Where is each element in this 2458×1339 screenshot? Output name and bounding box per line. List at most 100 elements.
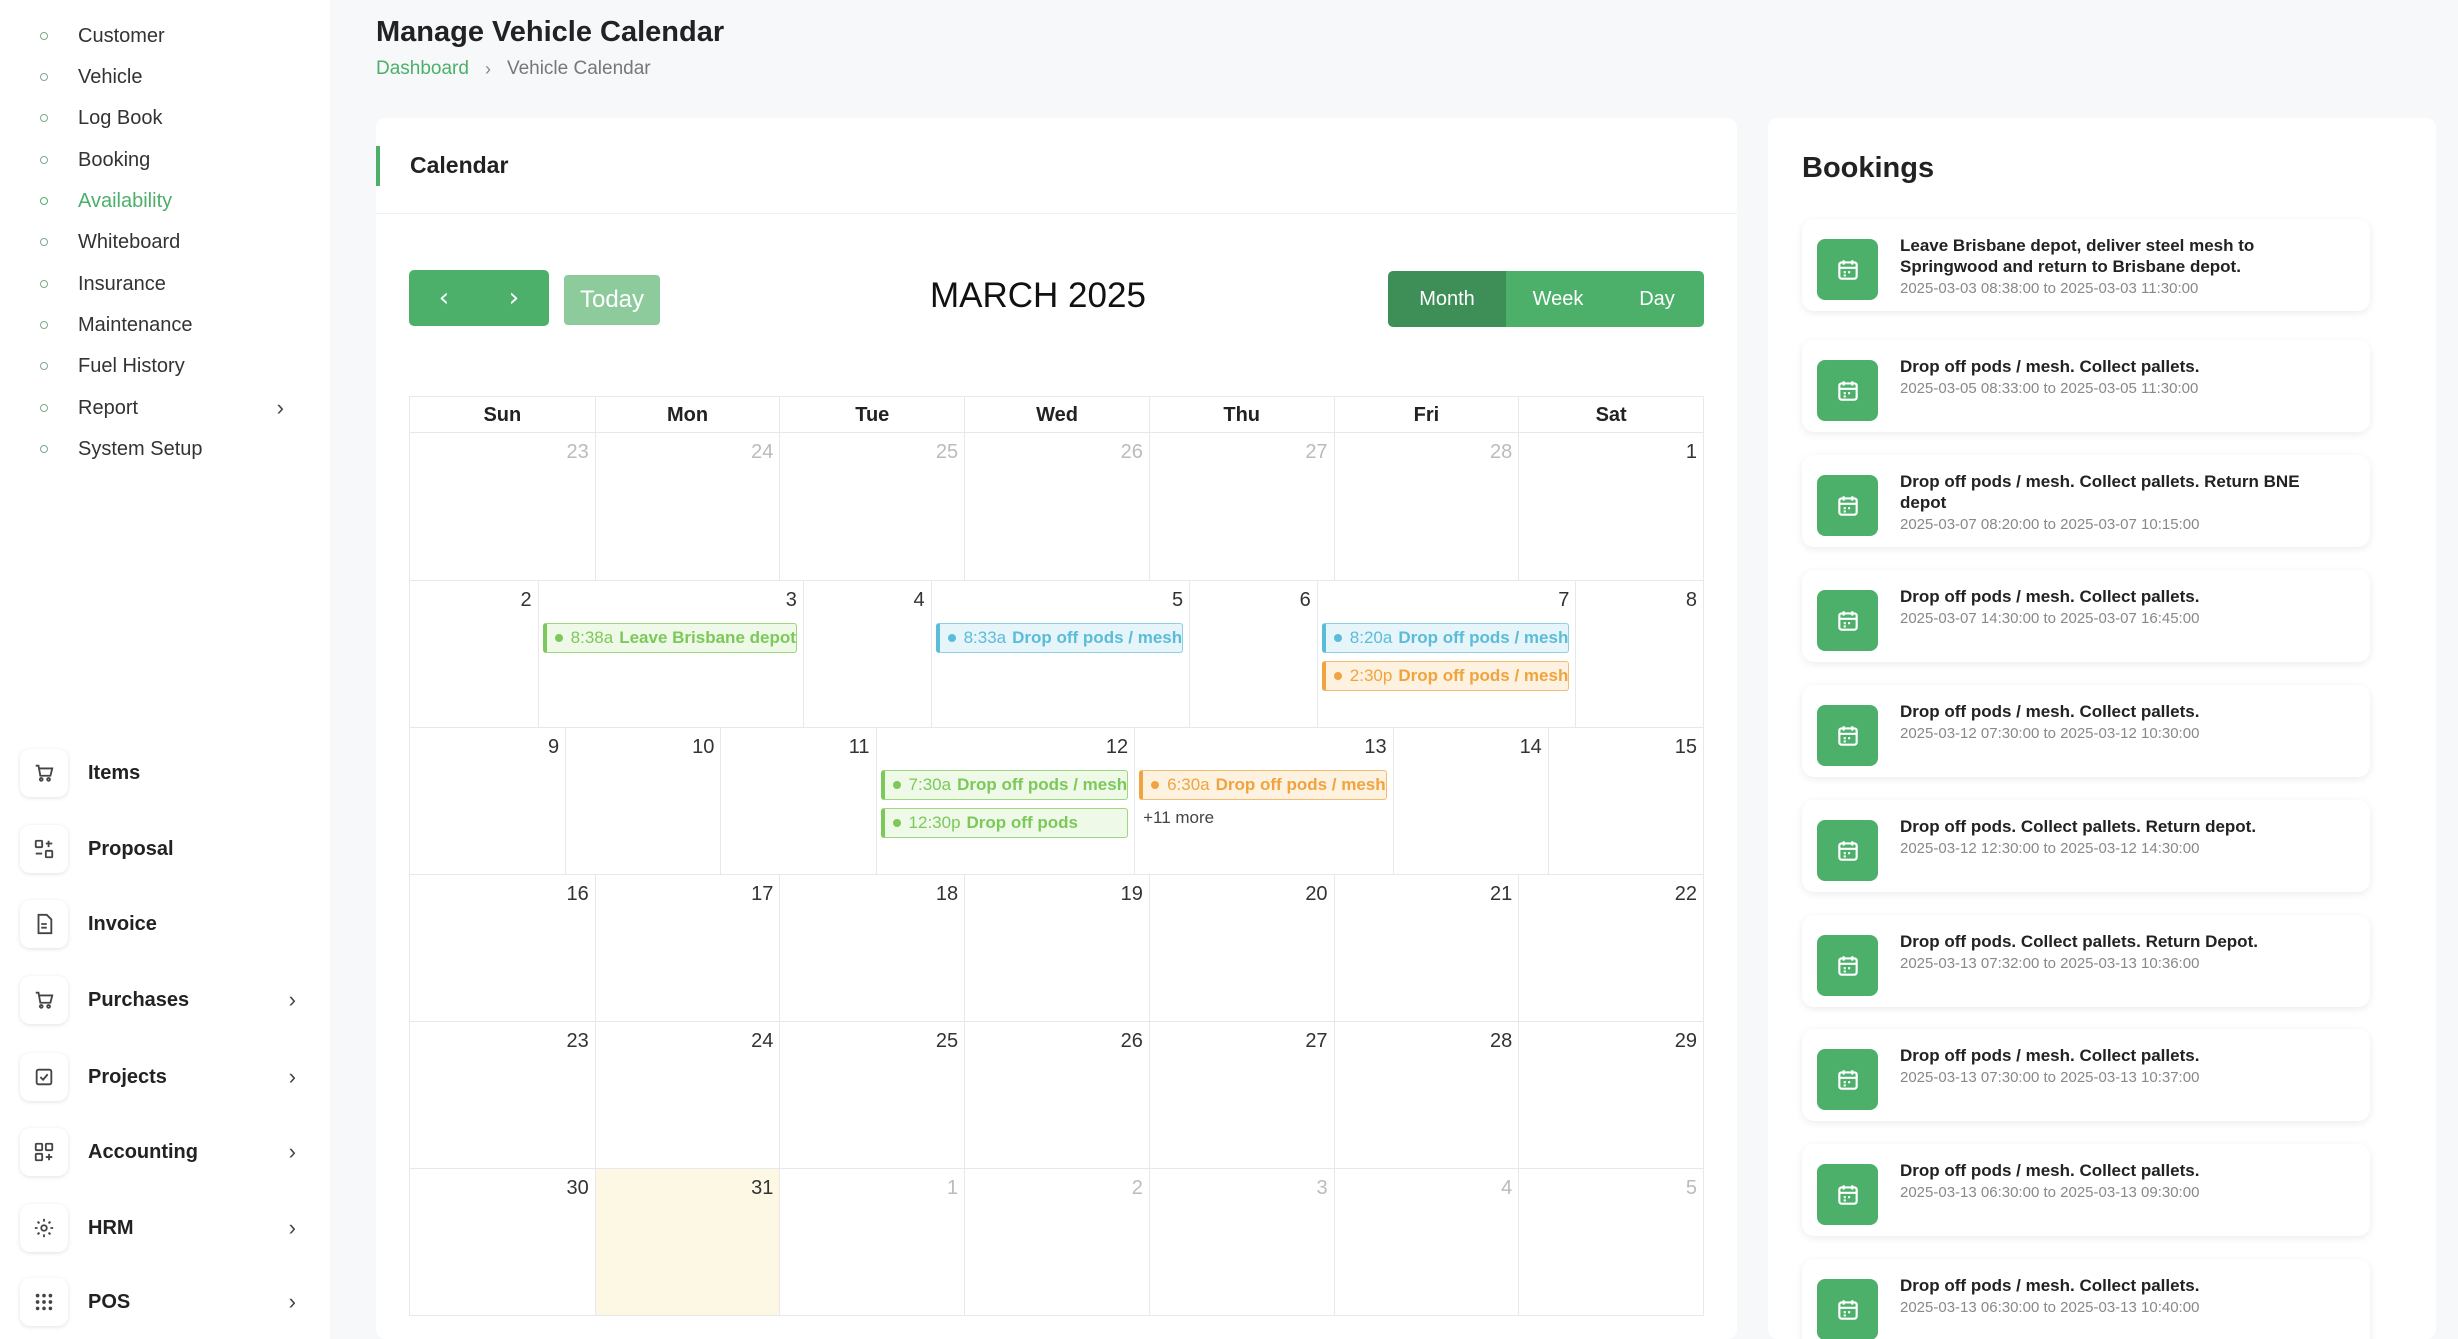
day-number[interactable]: 12 [881, 736, 1128, 762]
day-number[interactable]: 5 [1523, 1177, 1697, 1203]
day-cell[interactable]: 8 [1575, 581, 1703, 727]
day-cell[interactable]: 19 [964, 875, 1149, 1021]
more-events-link[interactable]: +11 more [1139, 808, 1387, 828]
day-cell[interactable]: 1 [1518, 433, 1703, 580]
sidebar-item-booking[interactable]: Booking [40, 140, 310, 180]
day-cell[interactable]: 6 [1189, 581, 1317, 727]
sidebar-item-insurance[interactable]: Insurance [40, 264, 310, 304]
day-number[interactable]: 3 [543, 589, 797, 615]
day-number[interactable]: 13 [1139, 736, 1386, 762]
day-cell[interactable]: 9 [410, 728, 565, 874]
day-cell[interactable]: 23 [410, 433, 595, 580]
day-cell[interactable]: 4 [1333, 1169, 1519, 1315]
sidebar-item-hrm[interactable]: HRM › [20, 1202, 310, 1254]
day-number[interactable]: 22 [1523, 883, 1697, 909]
day-cell[interactable]: 23 [410, 1022, 595, 1168]
day-number[interactable]: 4 [808, 589, 924, 615]
day-number[interactable]: 26 [969, 1030, 1143, 1056]
day-cell[interactable]: 12 7:30a Drop off pods / mesh 12:30p Drop of… [875, 728, 1135, 874]
day-cell[interactable]: 28 [1333, 1022, 1519, 1168]
booking-item[interactable]: Drop off pods / mesh. Collect pallets. 20… [1802, 1259, 2370, 1339]
day-number[interactable]: 18 [784, 883, 958, 909]
booking-item[interactable]: Drop off pods / mesh. Collect pallets. R… [1802, 455, 2370, 547]
day-cell[interactable]: 20 [1148, 875, 1334, 1021]
booking-item[interactable]: Drop off pods / mesh. Collect pallets. 20… [1802, 570, 2370, 662]
day-cell[interactable]: 13 6:30a Drop off pods / mesh +11 more [1134, 728, 1393, 874]
day-cell[interactable]: 26 [964, 433, 1149, 580]
day-cell[interactable]: 25 [779, 1022, 964, 1168]
sidebar-item-fuel-history[interactable]: Fuel History [40, 346, 310, 386]
day-number[interactable]: 8 [1580, 589, 1697, 615]
day-cell[interactable]: 14 [1392, 728, 1548, 874]
sidebar-item-invoice[interactable]: Invoice [20, 898, 310, 950]
day-cell-today[interactable]: 31 [594, 1169, 780, 1315]
booking-item[interactable]: Drop off pods. Collect pallets. Return D… [1802, 915, 2370, 1007]
day-cell[interactable]: 11 [720, 728, 875, 874]
day-number[interactable]: 6 [1194, 589, 1311, 615]
sidebar-item-system-setup[interactable]: System Setup [40, 429, 310, 469]
day-number[interactable]: 1 [784, 1177, 958, 1203]
day-number[interactable]: 7 [1322, 589, 1569, 615]
day-number[interactable]: 25 [784, 1030, 958, 1056]
day-cell[interactable]: 2 [410, 581, 538, 727]
sidebar-item-accounting[interactable]: Accounting › [20, 1126, 310, 1178]
day-number[interactable]: 2 [969, 1177, 1143, 1203]
day-number[interactable]: 30 [414, 1177, 588, 1203]
breadcrumb-dashboard-link[interactable]: Dashboard [376, 58, 469, 80]
prev-month-button[interactable]: ‹ [409, 270, 479, 326]
day-number[interactable]: 9 [414, 736, 559, 762]
calendar-event[interactable]: 2:30p Drop off pods / mesh [1321, 661, 1570, 691]
day-cell[interactable]: 7 8:20a Drop off pods / mesh 2:30p Drop off … [1316, 581, 1576, 727]
day-cell[interactable]: 30 [410, 1169, 595, 1315]
sidebar-item-whiteboard[interactable]: Whiteboard [40, 222, 310, 262]
sidebar-item-maintenance[interactable]: Maintenance [40, 305, 310, 345]
sidebar-item-items[interactable]: Items [20, 747, 310, 799]
booking-item[interactable]: Drop off pods / mesh. Collect pallets. 20… [1802, 1029, 2370, 1121]
day-number[interactable]: 3 [1154, 1177, 1327, 1203]
booking-item[interactable]: Leave Brisbane depot, deliver steel mesh… [1802, 219, 2370, 311]
day-number[interactable]: 31 [600, 1177, 773, 1203]
day-cell[interactable]: 27 [1148, 433, 1334, 580]
view-month-button[interactable]: Month [1388, 271, 1506, 327]
booking-item[interactable]: Drop off pods / mesh. Collect pallets. 20… [1802, 340, 2370, 432]
day-cell[interactable]: 22 [1518, 875, 1703, 1021]
sidebar-item-vehicle[interactable]: Vehicle [40, 57, 310, 97]
day-number[interactable]: 5 [936, 589, 1183, 615]
day-cell[interactable]: 29 [1518, 1022, 1703, 1168]
day-number[interactable]: 27 [1154, 441, 1327, 467]
day-cell[interactable]: 26 [964, 1022, 1149, 1168]
calendar-event[interactable]: 8:20a Drop off pods / mesh [1321, 623, 1570, 653]
day-number[interactable]: 19 [969, 883, 1143, 909]
booking-item[interactable]: Drop off pods. Collect pallets. Return d… [1802, 800, 2370, 892]
day-cell[interactable]: 17 [594, 875, 780, 1021]
day-cell[interactable]: 21 [1333, 875, 1519, 1021]
today-button[interactable]: Today [564, 275, 660, 325]
day-number[interactable]: 24 [600, 1030, 773, 1056]
day-cell[interactable]: 15 [1547, 728, 1703, 874]
view-week-button[interactable]: Week [1506, 271, 1610, 327]
day-number[interactable]: 25 [784, 441, 958, 467]
day-cell[interactable]: 27 [1148, 1022, 1334, 1168]
day-number[interactable]: 26 [969, 441, 1143, 467]
day-cell[interactable]: 24 [594, 1022, 780, 1168]
day-number[interactable]: 28 [1339, 441, 1512, 467]
day-number[interactable]: 20 [1154, 883, 1327, 909]
day-number[interactable]: 27 [1154, 1030, 1327, 1056]
day-cell[interactable]: 1 [779, 1169, 964, 1315]
day-number[interactable]: 14 [1398, 736, 1542, 762]
calendar-event[interactable]: 7:30a Drop off pods / mesh [880, 770, 1129, 800]
sidebar-item-report[interactable]: Report › [40, 388, 310, 428]
sidebar-item-proposal[interactable]: Proposal [20, 823, 310, 875]
sidebar-item-projects[interactable]: Projects › [20, 1051, 310, 1103]
day-number[interactable]: 28 [1339, 1030, 1512, 1056]
day-number[interactable]: 23 [414, 441, 588, 467]
day-number[interactable]: 10 [570, 736, 714, 762]
booking-item[interactable]: Drop off pods / mesh. Collect pallets. 20… [1802, 1144, 2370, 1236]
calendar-event[interactable]: 8:38a Leave Brisbane depot [542, 623, 797, 653]
day-cell[interactable]: 2 [964, 1169, 1149, 1315]
sidebar-item-customer[interactable]: Customer [40, 16, 310, 56]
sidebar-item-availability[interactable]: Availability [40, 181, 310, 221]
sidebar-item-purchases[interactable]: Purchases › [20, 974, 310, 1026]
day-cell[interactable]: 28 [1333, 433, 1519, 580]
sidebar-item-pos[interactable]: POS › [20, 1276, 310, 1328]
